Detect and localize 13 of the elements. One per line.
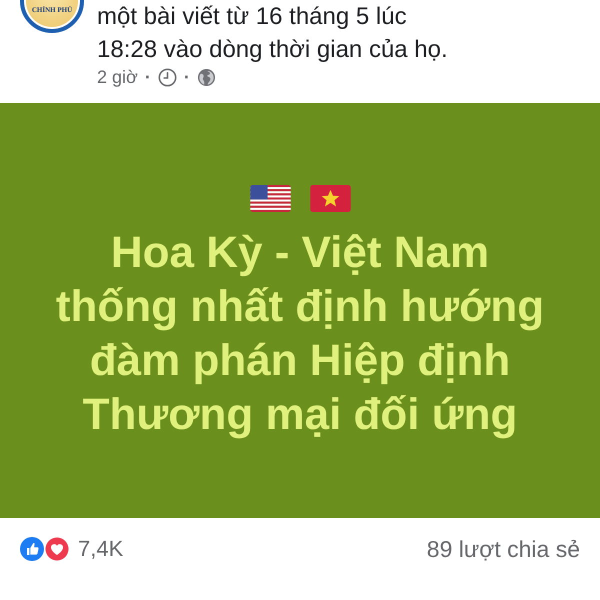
like-icon[interactable] [19,536,45,562]
vietnam-flag-icon [310,185,350,212]
clock-icon [158,68,177,86]
post-graphic[interactable]: Hoa Kỳ - Việt Nam thống nhất định hướng đàm phán Hiệp định Thương mại đối ứng [0,103,600,518]
separator-dot: · [144,66,151,88]
separator-dot: · [184,66,190,88]
headline-text: Hoa Kỳ - Việt Nam thống nhất định hướng đàm phán Hiệp định Thương mại đối ứng [56,227,544,441]
globe-icon [196,68,216,86]
post-description: một bài viết từ 16 tháng 5 lúc 18:28 vào dòng thời gian của họ. [97,2,448,65]
united-states-flag-icon [250,185,290,212]
reaction-count[interactable]: 7,4K [78,536,124,562]
share-count[interactable]: 89 lượt chia sẻ [426,536,580,562]
post-time[interactable]: 2 giờ [97,66,138,88]
